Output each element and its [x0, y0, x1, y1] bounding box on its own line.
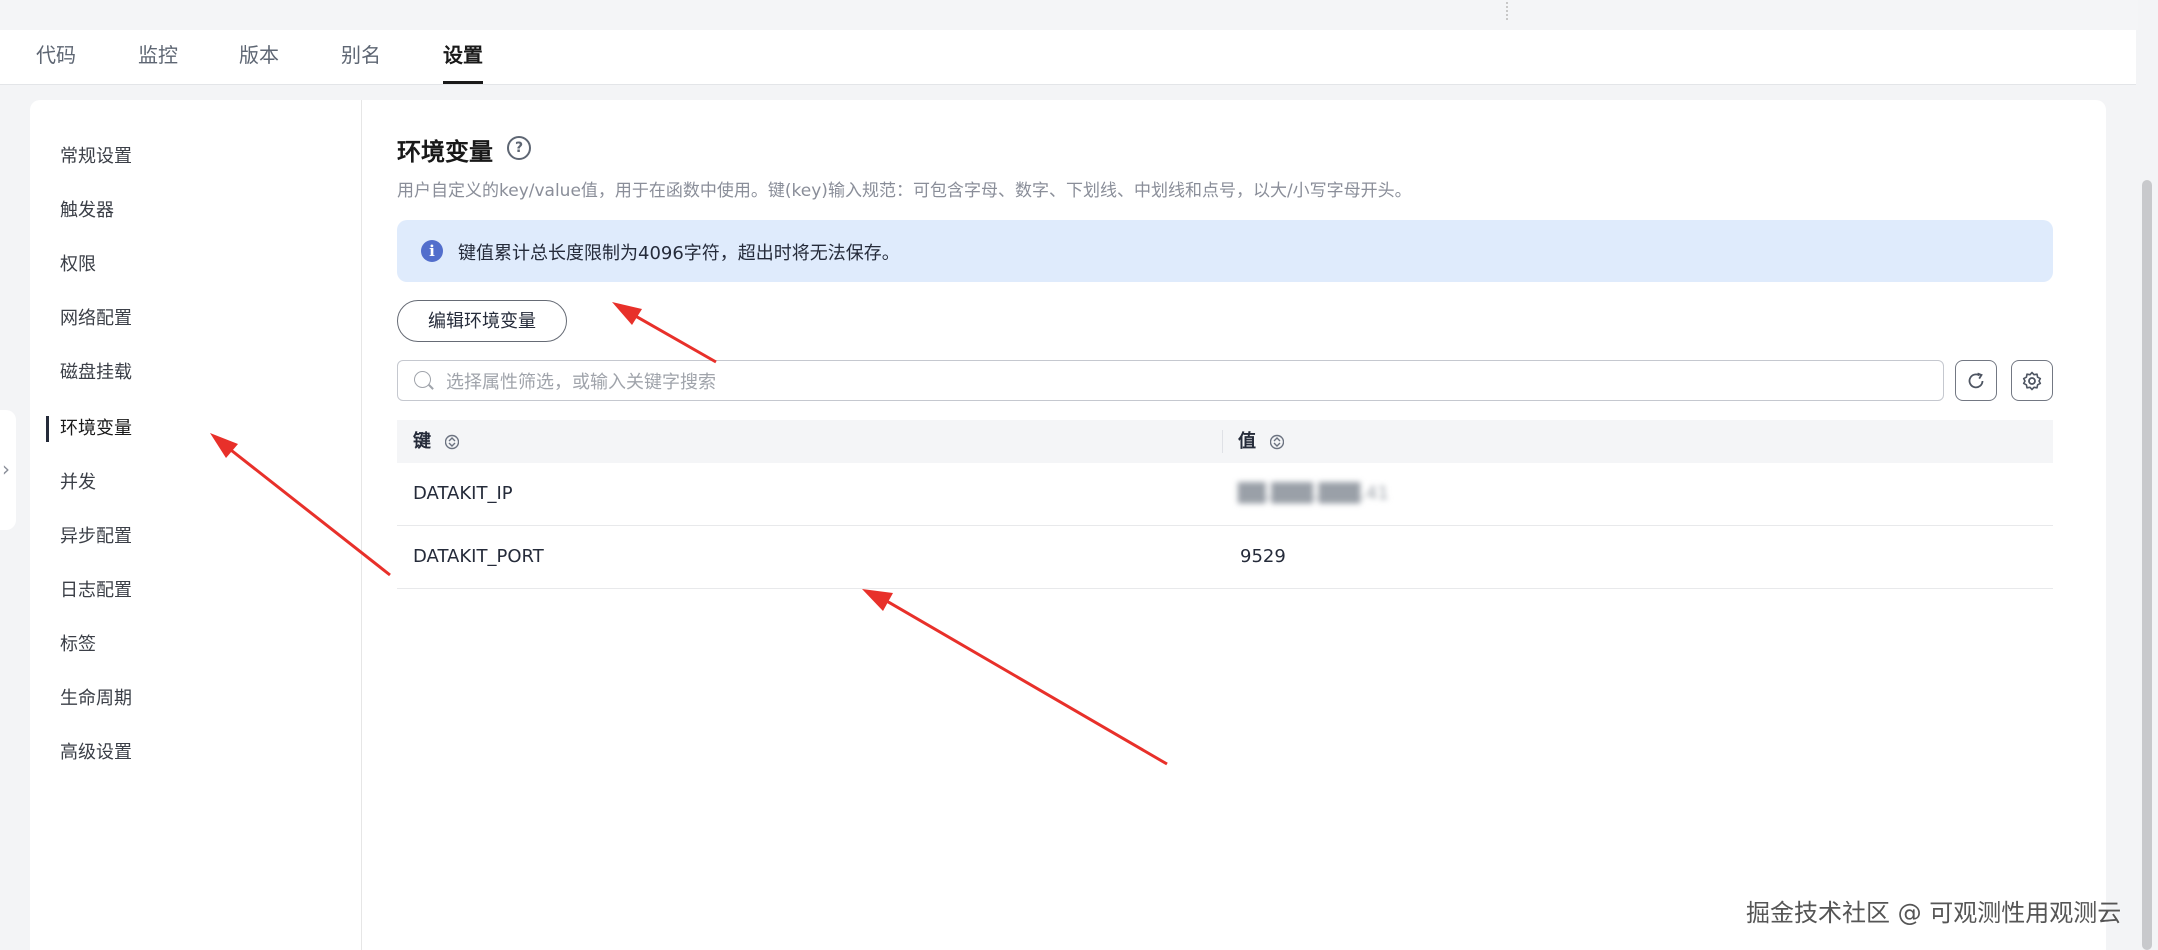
cell-value: 9529 — [1240, 546, 1286, 567]
sidebar-item-general[interactable]: 常规设置 — [60, 144, 132, 170]
sort-icon[interactable] — [445, 433, 460, 451]
page-description: 用户自定义的key/value值，用于在函数中使用。键(key)输入规范：可包含… — [397, 181, 1412, 201]
page-scrollbar[interactable] — [2142, 180, 2152, 950]
question-circle-icon[interactable]: ? — [507, 136, 531, 160]
column-header-value[interactable]: 值 — [1238, 420, 1285, 463]
watermark: 掘金技术社区 @ 可观测性用观测云 — [1746, 899, 2122, 927]
sidebar-item-concurrency[interactable]: 并发 — [60, 470, 96, 496]
cell-key: DATAKIT_IP — [413, 483, 513, 504]
sidebar-item-tags[interactable]: 标签 — [60, 632, 96, 658]
sidebar-item-advanced[interactable]: 高级设置 — [60, 740, 132, 766]
tab-code[interactable]: 代码 — [36, 30, 76, 84]
sidebar-item-logging[interactable]: 日志配置 — [60, 578, 132, 604]
settings-card: 常规设置 触发器 权限 网络配置 磁盘挂载 环境变量 并发 异步配置 日志配置 … — [30, 100, 2106, 950]
table-settings-button[interactable] — [2011, 360, 2053, 401]
sidebar-item-disk-mount[interactable]: 磁盘挂载 — [60, 360, 132, 386]
top-strip — [0, 0, 2138, 30]
cell-value-redacted: ██.███.███.41 — [1238, 483, 1389, 504]
search-box[interactable] — [397, 360, 1944, 401]
table-row[interactable]: DATAKIT_PORT 9529 — [397, 526, 2053, 589]
sidebar-item-lifecycle[interactable]: 生命周期 — [60, 686, 132, 712]
column-divider[interactable] — [1222, 430, 1223, 453]
sidebar-item-triggers[interactable]: 触发器 — [60, 198, 114, 224]
expand-panel-toggle[interactable]: › — [0, 410, 16, 530]
sidebar-item-async[interactable]: 异步配置 — [60, 524, 132, 550]
edit-env-vars-button[interactable]: 编辑环境变量 — [397, 300, 567, 342]
env-vars-panel: 环境变量 ? 用户自定义的key/value值，用于在函数中使用。键(key)输… — [397, 100, 2087, 950]
page-title: 环境变量 — [397, 138, 493, 166]
tab-monitor[interactable]: 监控 — [138, 30, 178, 84]
sort-icon[interactable] — [1270, 433, 1285, 451]
active-nav-indicator — [46, 416, 49, 442]
chevron-right-icon: › — [2, 457, 10, 481]
column-header-value-label: 值 — [1238, 431, 1256, 452]
settings-sidebar: 常规设置 触发器 权限 网络配置 磁盘挂载 环境变量 并发 异步配置 日志配置 … — [30, 100, 362, 950]
table-row[interactable]: DATAKIT_IP ██.███.███.41 — [397, 463, 2053, 526]
alert-text: 键值累计总长度限制为4096字符，超出时将无法保存。 — [458, 243, 900, 264]
tab-bar: 代码 监控 版本 别名 设置 — [0, 30, 2136, 85]
tab-versions[interactable]: 版本 — [239, 30, 279, 84]
gear-icon — [2022, 371, 2042, 391]
info-icon: i — [421, 240, 443, 262]
refresh-icon — [1968, 372, 1984, 389]
column-header-key[interactable]: 键 — [413, 420, 460, 463]
sidebar-item-network[interactable]: 网络配置 — [60, 306, 132, 332]
refresh-button[interactable] — [1955, 360, 1997, 401]
drag-handle[interactable] — [1506, 2, 1510, 20]
tab-aliases[interactable]: 别名 — [341, 30, 381, 84]
search-icon — [414, 371, 431, 388]
sidebar-item-env-vars[interactable]: 环境变量 — [60, 416, 132, 442]
sidebar-item-permissions[interactable]: 权限 — [60, 252, 96, 278]
info-alert: i 键值累计总长度限制为4096字符，超出时将无法保存。 — [397, 220, 2053, 282]
column-header-key-label: 键 — [413, 431, 431, 452]
cell-key: DATAKIT_PORT — [413, 546, 544, 567]
tab-settings[interactable]: 设置 — [443, 30, 483, 84]
table-header: 键 值 — [397, 420, 2053, 463]
search-input[interactable] — [444, 367, 1928, 397]
